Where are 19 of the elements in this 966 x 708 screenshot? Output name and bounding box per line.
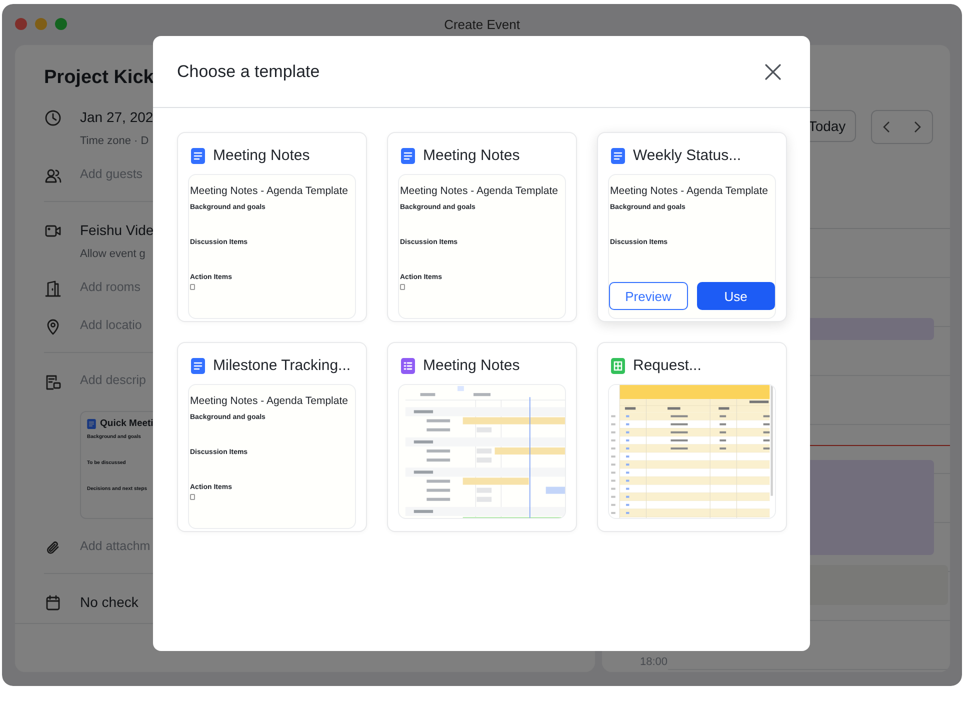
dialog-title: Choose a template: [177, 62, 320, 82]
template-name: Weekly Status...: [633, 147, 742, 164]
field-value: Feishu Vide: [80, 222, 154, 238]
template-name: Meeting Notes: [423, 357, 520, 374]
template-name: Milestone Tracking...: [213, 357, 351, 374]
time-label: 18:00: [602, 656, 668, 672]
preview-title: Meeting Notes - Agenda Template: [190, 185, 349, 197]
preview-title: Meeting Notes - Agenda Template: [610, 185, 769, 197]
attachment-title: Quick Meeti: [100, 418, 154, 429]
field-value: Jan 27, 202: [80, 109, 154, 125]
preview-title: Meeting Notes - Agenda Template: [400, 185, 559, 197]
field-value: No check: [80, 594, 138, 610]
window-title: Create Event: [444, 16, 520, 32]
field-note: Time zone · D: [80, 135, 150, 147]
template-name: Meeting Notes: [213, 147, 310, 164]
field-note: Allow event g: [80, 248, 146, 260]
preview-title: Meeting Notes - Agenda Template: [190, 395, 349, 407]
template-name: Request...: [633, 357, 702, 374]
template-name: Meeting Notes: [423, 147, 520, 164]
